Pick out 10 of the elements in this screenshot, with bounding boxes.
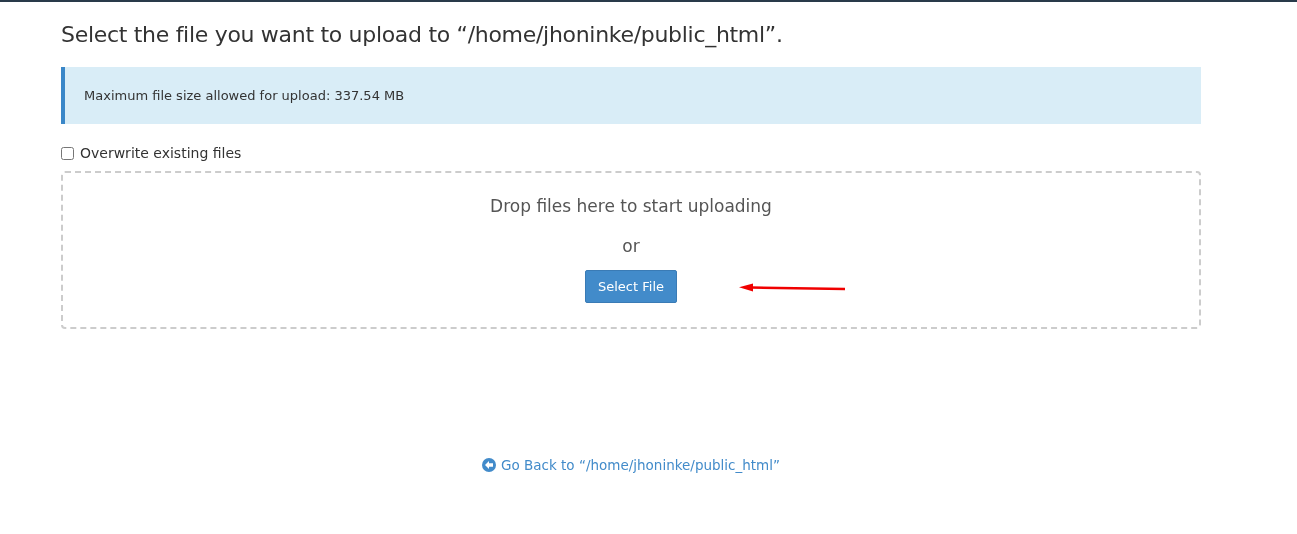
back-arrow-icon (482, 458, 496, 472)
drop-prompt: Drop files here to start uploading (490, 196, 772, 216)
page-heading: Select the file you want to upload to “/home/jhoninke/public_html”. (61, 21, 784, 50)
checkbox-label: Overwrite existing files (80, 145, 242, 161)
go-back-link[interactable]: Go Back to “/home/jhoninke/public_html” (482, 457, 780, 473)
info-notice: Maximum file size allowed for upload: 337.54 MB (61, 67, 1201, 124)
overwrite-checkbox[interactable] (61, 146, 74, 160)
drop-zone[interactable]: Drop files here to start uploading or Select File (61, 171, 1201, 329)
select-file-button[interactable]: Select File (585, 270, 677, 303)
or-text: or (622, 236, 640, 256)
